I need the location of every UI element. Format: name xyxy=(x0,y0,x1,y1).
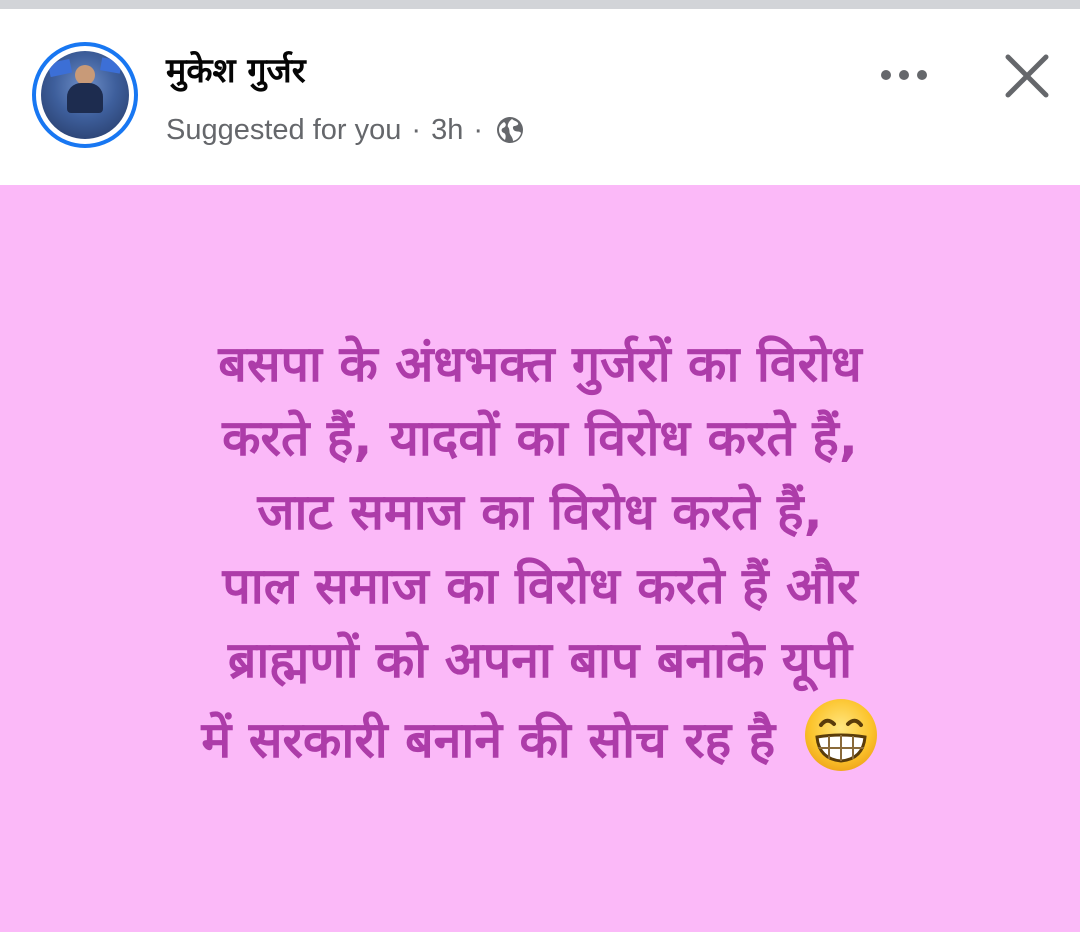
grinning-face-icon xyxy=(803,697,879,773)
author-name-link[interactable]: मुकेश गुर्जर xyxy=(166,51,306,91)
post-text-line: पाल समाज का विरोध करते हैं और xyxy=(222,557,858,615)
suggested-label: Suggested for you xyxy=(166,113,402,146)
top-divider xyxy=(0,0,1080,9)
post-text-line: जाट समाज का विरोध करते हैं, xyxy=(257,483,823,541)
author-avatar[interactable] xyxy=(32,42,138,148)
post-text-line: करते हैं, यादवों का विरोध करते हैं, xyxy=(222,409,858,467)
post-text-line: ब्राह्मणों को अपना बाप बनाके यूपी xyxy=(227,631,853,689)
avatar-person-body xyxy=(67,83,103,113)
avatar-image xyxy=(41,51,129,139)
meta-separator: · xyxy=(473,113,483,146)
post-text-line-text: में सरकारी बनाने की सोच रह है xyxy=(201,711,776,769)
avatar-flag-left xyxy=(47,58,73,78)
post-time-link[interactable]: 3h xyxy=(431,114,463,147)
globe-icon[interactable] xyxy=(495,115,525,145)
avatar-flag-right xyxy=(100,57,122,74)
post-text-line: बसपा के अंधभक्त गुर्जरों का विरोध xyxy=(218,335,862,393)
avatar-person-head xyxy=(75,65,95,85)
close-icon xyxy=(1005,54,1049,98)
post-text: बसपा के अंधभक्त गुर्जरों का विरोध करते ह… xyxy=(40,327,1040,777)
meta-separator: · xyxy=(411,113,422,146)
close-button[interactable] xyxy=(996,45,1058,107)
post-text-line-last: में सरकारी बनाने की सोच रह है xyxy=(40,697,1040,777)
post-header: मुकेश गुर्जर Suggested for you · 3h · xyxy=(0,9,1080,185)
post-meta: Suggested for you · 3h · xyxy=(166,113,525,147)
post-background: बसपा के अंधभक्त गुर्जरों का विरोध करते ह… xyxy=(0,185,1080,932)
more-options-button[interactable] xyxy=(872,55,936,95)
more-horizontal-icon xyxy=(881,70,927,80)
